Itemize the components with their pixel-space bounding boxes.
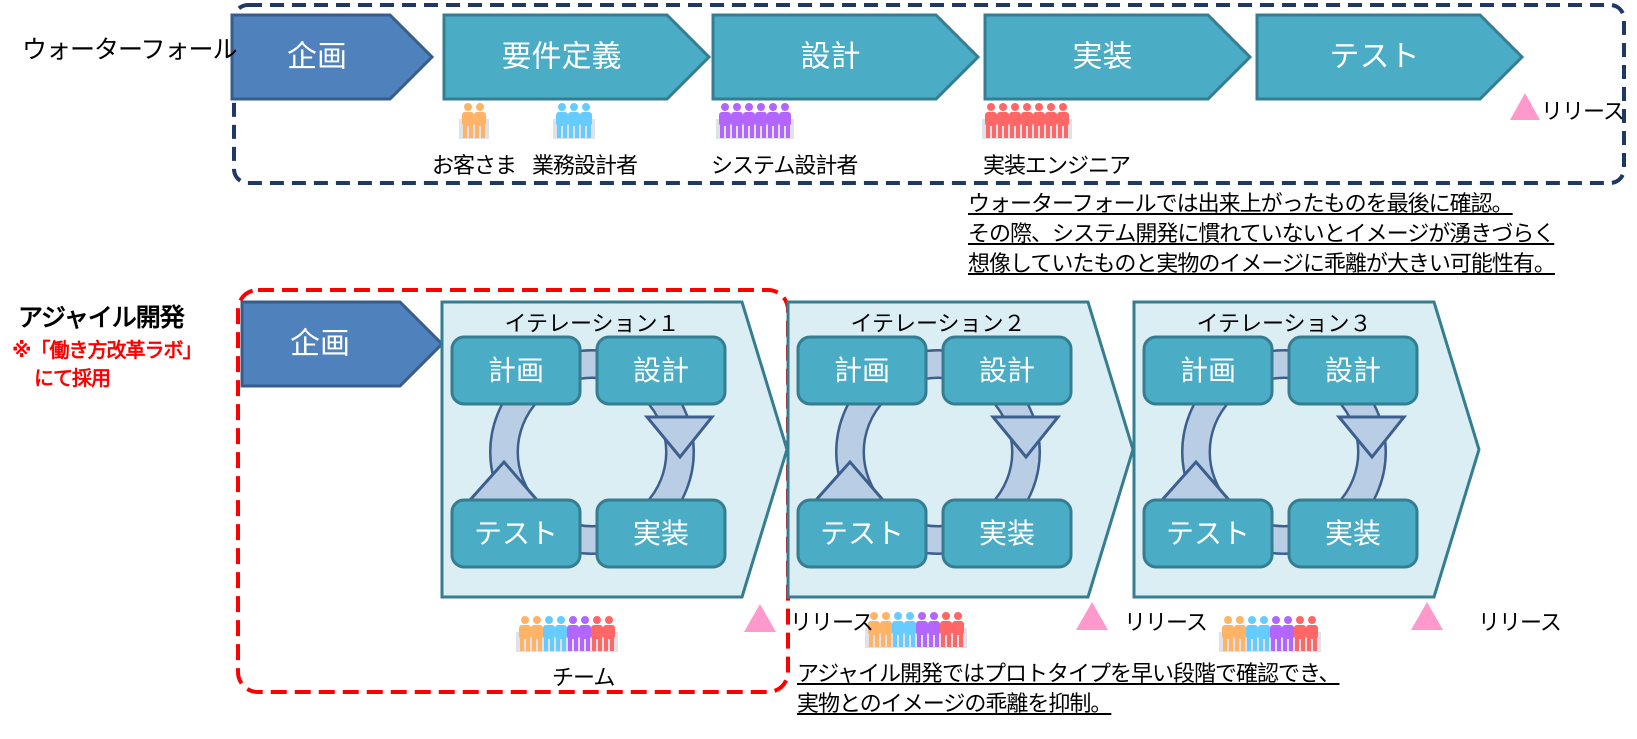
role-label-system-designer: システム設計者: [711, 154, 858, 179]
waterfall-callout-line: その際、システム開発に慣れていないとイメージが湧きづらく: [968, 222, 1555, 247]
agile-plan-label: 企画: [290, 327, 350, 362]
iteration-2: イテレーション２ 計画 設計テスト 実装: [786, 300, 1135, 599]
step-implement-label: 実装: [979, 517, 1035, 550]
agile-callout-line: 実物とのイメージの乖離を抑制。: [797, 692, 1112, 717]
release-marker-icon: [1076, 602, 1108, 630]
step-design-label: 設計: [979, 354, 1035, 387]
iteration-title: イテレーション３: [1196, 312, 1371, 337]
waterfall-callout-line: 想像していたものと実物のイメージに乖離が大きい可能性有。: [968, 252, 1556, 277]
agile-title: アジャイル開発: [18, 303, 185, 332]
iteration-3-release-label: リリース: [1478, 611, 1562, 636]
step-implement-label: 実装: [1325, 517, 1381, 550]
waterfall-release-marker: [1510, 93, 1540, 120]
role-label-business-designer: 業務設計者: [532, 154, 638, 179]
role-people-group: [459, 103, 489, 139]
step-test-label: テスト: [820, 517, 904, 550]
waterfall-release-label: リリース: [1541, 100, 1625, 125]
role-people-group: [982, 103, 1072, 139]
waterfall-phase-label: 要件定義: [502, 40, 622, 75]
step-implement-label: 実装: [633, 517, 689, 550]
agile-callout: アジャイル開発ではプロトタイプを早い段階で確認でき、 実物とのイメージの乖離を抑…: [797, 660, 1340, 720]
step-plan-label: 計画: [834, 354, 890, 387]
waterfall-callout: ウォーターフォールでは出来上がったものを最後に確認。 その際、システム開発に慣れ…: [968, 190, 1556, 280]
role-people-group: [716, 103, 794, 139]
step-test-label: テスト: [474, 517, 558, 550]
release-marker-icon: [1411, 602, 1443, 630]
role-people-group: [553, 103, 595, 139]
team-people-group: [1219, 616, 1321, 652]
iteration-1-release-label: リリース: [790, 611, 874, 636]
iteration-2-release-label: リリース: [1124, 611, 1208, 636]
agile-callout-line: アジャイル開発ではプロトタイプを早い段階で確認でき、: [797, 662, 1340, 687]
role-label-engineer: 実装エンジニア: [983, 154, 1131, 179]
team-label: チーム: [552, 666, 615, 691]
iteration-title: イテレーション１: [504, 312, 679, 337]
waterfall-phase-label: テスト: [1330, 40, 1420, 75]
waterfall-phase-label: 設計: [801, 40, 861, 75]
agile-note-line2: にて採用: [34, 366, 111, 390]
release-marker-icon: [744, 604, 776, 632]
waterfall-phase-label: 企画: [287, 40, 347, 75]
waterfall-phase-label: 実装: [1073, 40, 1133, 75]
iteration-1: イテレーション１ 計画 設計テスト 実装: [440, 300, 789, 599]
team-people-group: [516, 616, 618, 652]
step-design-label: 設計: [1325, 354, 1381, 387]
waterfall-callout-line: ウォーターフォールでは出来上がったものを最後に確認。: [968, 192, 1514, 217]
role-label-customer: お客さま: [432, 154, 517, 179]
step-design-label: 設計: [633, 354, 689, 387]
iteration-title: イテレーション２: [850, 312, 1025, 337]
step-plan-label: 計画: [1180, 354, 1236, 387]
agile-note-line1: ※「働き方改革ラボ」: [12, 338, 202, 362]
iteration-3: イテレーション３ 計画 設計テスト 実装: [1132, 300, 1481, 599]
team-people-group: [865, 612, 967, 648]
step-plan-label: 計画: [488, 354, 544, 387]
waterfall-title: ウォーターフォール: [22, 35, 238, 64]
step-test-label: テスト: [1166, 517, 1250, 550]
